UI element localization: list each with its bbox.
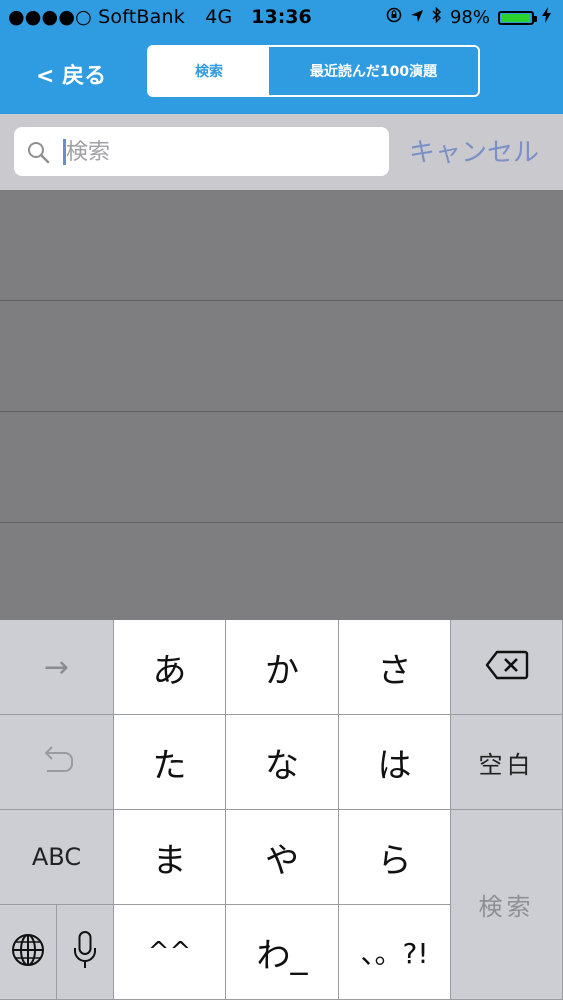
key-abc[interactable]: ABC <box>0 810 114 905</box>
key-space[interactable]: 空白 <box>451 715 563 810</box>
globe-icon <box>10 932 46 972</box>
key-punctuation[interactable]: 、。?! <box>339 905 451 1000</box>
bluetooth-icon <box>432 6 442 29</box>
key-search[interactable]: 検索 <box>451 810 563 1000</box>
search-icon <box>28 142 50 164</box>
charging-bolt-icon <box>542 7 551 28</box>
search-bar: キャンセル <box>0 114 563 190</box>
status-bar: ●●●●○ SoftBank 4G 13:36 98% <box>0 0 563 36</box>
key-globe[interactable] <box>0 905 57 1000</box>
key-a[interactable]: あ <box>114 620 226 715</box>
rotation-lock-icon <box>386 7 402 28</box>
navigation-bar: < 戻る 検索 最近読んだ100演題 <box>0 36 563 114</box>
list-item <box>0 412 563 523</box>
key-na[interactable]: な <box>226 715 339 810</box>
undo-icon <box>39 743 75 781</box>
key-undo[interactable] <box>0 715 114 810</box>
battery-percent: 98% <box>449 7 490 28</box>
key-sa[interactable]: さ <box>339 620 451 715</box>
key-dakuten[interactable]: ^^ <box>114 905 226 1000</box>
results-list <box>0 190 563 620</box>
key-delete[interactable] <box>451 620 563 715</box>
key-wa[interactable]: わ_ <box>226 905 339 1000</box>
battery-fill <box>501 13 531 22</box>
key-ka[interactable]: か <box>226 620 339 715</box>
key-next-arrow[interactable]: → <box>0 620 114 715</box>
microphone-icon <box>73 930 97 974</box>
key-microphone[interactable] <box>57 905 114 1000</box>
key-ma[interactable]: ま <box>114 810 226 905</box>
segment-recent-100[interactable]: 最近読んだ100演題 <box>269 47 478 95</box>
key-ya[interactable]: や <box>226 810 339 905</box>
key-ta[interactable]: た <box>114 715 226 810</box>
search-field[interactable] <box>14 127 389 176</box>
list-item <box>0 523 563 634</box>
list-item <box>0 190 563 301</box>
cancel-button[interactable]: キャンセル <box>409 132 539 169</box>
segment-search[interactable]: 検索 <box>149 47 269 95</box>
arrow-right-icon: → <box>43 649 70 685</box>
status-right: 98% <box>386 6 551 29</box>
back-button[interactable]: < 戻る <box>36 58 106 90</box>
key-ha[interactable]: は <box>339 715 451 810</box>
list-item <box>0 301 563 412</box>
delete-backspace-icon <box>485 650 529 684</box>
battery-icon <box>498 10 537 25</box>
segmented-control: 検索 最近読んだ100演題 <box>147 45 480 97</box>
key-ra[interactable]: ら <box>339 810 451 905</box>
location-arrow-icon <box>410 7 424 28</box>
keyboard: → ABC あ か さ た な は ま や ら ^^ わ_ 、。?! 空白 検索 <box>0 620 563 1000</box>
search-input[interactable] <box>66 135 376 169</box>
